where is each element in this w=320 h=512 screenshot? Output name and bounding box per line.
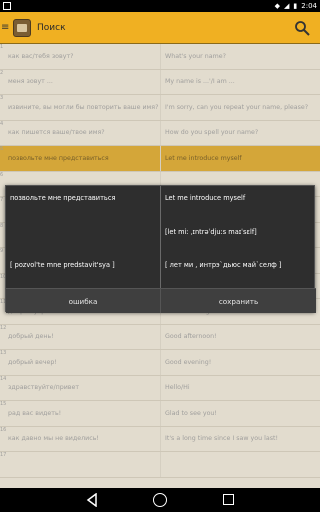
status-icons: ◆ ◢ ▮ 2:04 xyxy=(275,1,317,11)
app-icon xyxy=(13,18,31,37)
dialog-english-cyrillic: [ лет ми , интрэ`дьюс май`селф ] xyxy=(165,261,282,269)
search-icon[interactable] xyxy=(294,20,310,36)
action-bar: ≡ Поиск xyxy=(0,12,320,44)
status-bar: ◆ ◢ ▮ 2:04 xyxy=(0,0,320,12)
translation-dialog: позвольте мне представиться [ pozvol'te … xyxy=(5,185,316,313)
menu-icon[interactable]: ≡ xyxy=(1,22,11,33)
navigation-bar xyxy=(0,488,320,512)
battery-icon: ▮ xyxy=(293,2,298,10)
back-icon[interactable] xyxy=(86,493,98,507)
error-button[interactable]: ошибка xyxy=(6,289,161,313)
recent-apps-icon[interactable] xyxy=(223,494,234,505)
dialog-english-column: Let me introduce myself [let miː ˌɪntrəˈ… xyxy=(161,186,316,288)
dialog-russian-text: позвольте мне представиться xyxy=(10,194,116,202)
dialog-russian-transliteration: [ pozvol'te mne predstavit'sya ] xyxy=(10,261,115,269)
dialog-english-ipa: [let miː ˌɪntrəˈdjuːs maɪˈsɛlf] xyxy=(165,228,257,236)
status-time: 2:04 xyxy=(301,2,317,10)
wifi-icon: ◆ xyxy=(274,2,281,10)
dialog-russian-column: позвольте мне представиться [ pozvol'te … xyxy=(6,186,161,288)
signal-icon: ◢ xyxy=(284,2,290,10)
notification-icon xyxy=(3,2,11,10)
page-title: Поиск xyxy=(37,22,66,33)
dialog-english-text: Let me introduce myself xyxy=(165,194,246,202)
save-button[interactable]: сохранить xyxy=(161,289,316,313)
home-icon[interactable] xyxy=(153,493,167,507)
